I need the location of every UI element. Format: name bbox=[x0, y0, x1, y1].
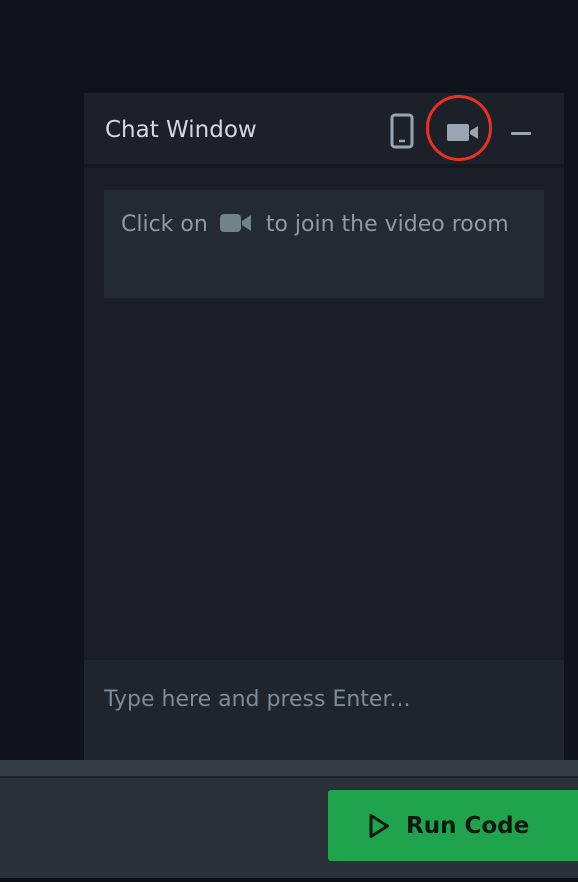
message-prefix: Click on bbox=[121, 212, 208, 237]
bottom-toolbar: Run Code bbox=[0, 760, 578, 878]
phone-icon[interactable] bbox=[389, 113, 415, 149]
play-icon bbox=[369, 813, 389, 838]
chat-window: Chat Window Click on to join the video ro… bbox=[84, 93, 564, 760]
minimize-icon[interactable] bbox=[509, 131, 533, 137]
bottom-edge bbox=[0, 878, 578, 882]
chat-header: Chat Window bbox=[84, 93, 564, 164]
chat-input[interactable] bbox=[84, 660, 564, 760]
run-code-button[interactable]: Run Code bbox=[328, 790, 578, 861]
message-suffix: to join the video room bbox=[265, 212, 509, 237]
toolbar-divider bbox=[0, 776, 578, 778]
video-camera-icon bbox=[219, 214, 251, 232]
highlight-circle bbox=[426, 95, 492, 161]
system-message: Click on to join the video room bbox=[104, 190, 544, 298]
run-code-label: Run Code bbox=[406, 812, 530, 839]
toolbar-strip bbox=[0, 760, 578, 776]
header-divider bbox=[84, 164, 564, 168]
chat-window-title: Chat Window bbox=[105, 117, 257, 143]
